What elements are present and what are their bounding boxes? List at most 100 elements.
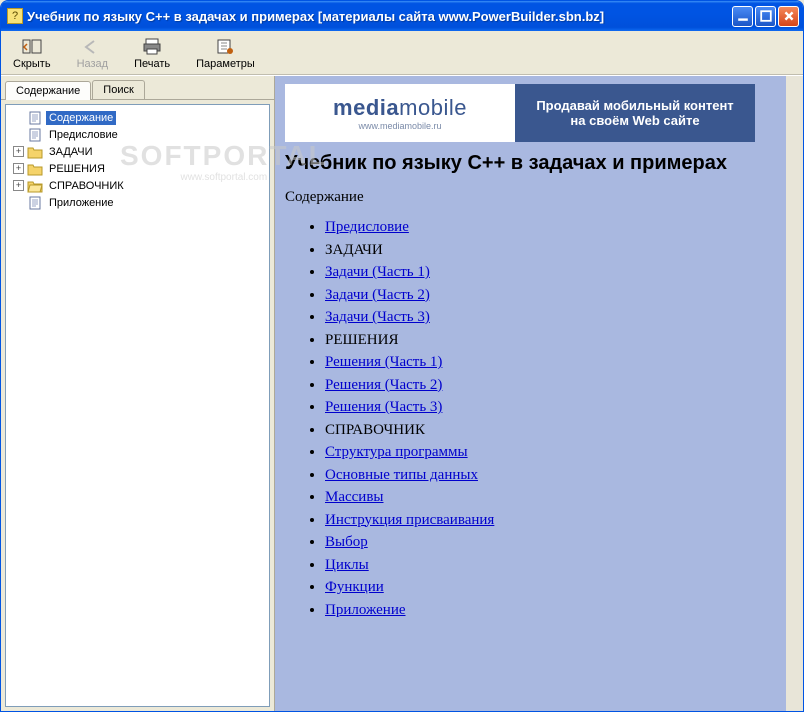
vertical-scrollbar[interactable] xyxy=(786,76,803,711)
toc-item: Задачи (Часть 2) xyxy=(325,284,793,307)
tree-item[interactable]: + ЗАДАЧИ xyxy=(8,143,267,160)
tab-search[interactable]: Поиск xyxy=(92,80,144,99)
sidebar-tabs: Содержание Поиск xyxy=(1,76,274,100)
back-label: Назад xyxy=(77,58,109,70)
minimize-icon xyxy=(737,10,749,22)
toc-link[interactable]: Решения (Часть 3) xyxy=(325,399,442,415)
toc-link[interactable]: Инструкция присваивания xyxy=(325,512,494,528)
toc-item: Инструкция присваивания xyxy=(325,509,793,532)
tree-item-label: Предисловие xyxy=(46,128,121,142)
tree-item-label: СПРАВОЧНИК xyxy=(46,179,127,193)
toc-item: Задачи (Часть 1) xyxy=(325,261,793,284)
toc-item: Функции xyxy=(325,576,793,599)
tree-item[interactable]: +Содержание xyxy=(8,109,267,126)
toc-item: Задачи (Часть 3) xyxy=(325,306,793,329)
toc-link[interactable]: Приложение xyxy=(325,602,406,618)
page-icon xyxy=(27,196,43,210)
ad-banner[interactable]: mediamobile www.mediamobile.ru Продавай … xyxy=(285,84,755,142)
close-icon xyxy=(783,10,795,22)
tab-contents[interactable]: Содержание xyxy=(5,81,91,100)
toc-link[interactable]: Массивы xyxy=(325,489,384,505)
tree-item-label: Содержание xyxy=(46,111,116,125)
banner-line2: на своём Web сайте xyxy=(570,113,699,128)
page-icon xyxy=(27,128,43,142)
folder-icon xyxy=(27,162,43,176)
toc-link[interactable]: Задачи (Часть 2) xyxy=(325,287,430,303)
tree-item-label: РЕШЕНИЯ xyxy=(46,162,108,176)
toc-item: СПРАВОЧНИК xyxy=(325,419,793,442)
app-icon: ? xyxy=(7,8,23,24)
titlebar-text: Учебник по языку C++ в задачах и примера… xyxy=(27,9,732,24)
maximize-button[interactable] xyxy=(755,6,776,27)
toolbar: Скрыть Назад Печать Параметры xyxy=(1,31,803,75)
banner-brand-light: mobile xyxy=(399,95,467,120)
tree-item[interactable]: + СПРАВОЧНИК xyxy=(8,177,267,194)
tree-item[interactable]: +Предисловие xyxy=(8,126,267,143)
folder-icon xyxy=(27,145,43,159)
toc-item: Циклы xyxy=(325,554,793,577)
banner-line1: Продавай мобильный контент xyxy=(536,98,733,113)
sidebar: Содержание Поиск +Содержание+Предисловие… xyxy=(1,76,275,711)
workarea: Содержание Поиск +Содержание+Предисловие… xyxy=(1,75,803,711)
toc-item: ЗАДАЧИ xyxy=(325,239,793,262)
banner-suburl: www.mediamobile.ru xyxy=(358,121,441,131)
toc-heading: СПРАВОЧНИК xyxy=(325,422,425,438)
options-icon xyxy=(214,37,236,57)
banner-brand-bold: media xyxy=(333,95,399,120)
toc-link[interactable]: Задачи (Часть 3) xyxy=(325,309,430,325)
minimize-button[interactable] xyxy=(732,6,753,27)
options-label: Параметры xyxy=(196,58,255,70)
section-heading: Содержание xyxy=(285,189,793,206)
toc-heading: ЗАДАЧИ xyxy=(325,242,383,258)
tree-item-label: ЗАДАЧИ xyxy=(46,145,96,159)
banner-brand: mediamobile www.mediamobile.ru xyxy=(285,84,515,142)
page-title: Учебник по языку C++ в задачах и примера… xyxy=(285,152,793,175)
toc-item: Выбор xyxy=(325,531,793,554)
toc-link[interactable]: Решения (Часть 1) xyxy=(325,354,442,370)
print-icon xyxy=(141,37,163,57)
toc-list: Предисловие ЗАДАЧИ Задачи (Часть 1) Задачи … xyxy=(285,216,793,621)
toc-link[interactable]: Выбор xyxy=(325,534,368,550)
expander-icon[interactable]: + xyxy=(13,180,24,191)
expander-icon[interactable]: + xyxy=(13,146,24,157)
tree-item-label: Приложение xyxy=(46,196,117,210)
hide-label: Скрыть xyxy=(13,58,51,70)
print-button[interactable]: Печать xyxy=(130,35,174,72)
content-pane[interactable]: mediamobile www.mediamobile.ru Продавай … xyxy=(275,76,803,711)
toc-link[interactable]: Решения (Часть 2) xyxy=(325,377,442,393)
toc-item: Предисловие xyxy=(325,216,793,239)
folder-open-icon xyxy=(27,179,43,193)
options-button[interactable]: Параметры xyxy=(192,35,259,72)
titlebar: ? Учебник по языку C++ в задачах и приме… xyxy=(1,1,803,31)
toc-link[interactable]: Структура программы xyxy=(325,444,468,460)
close-button[interactable] xyxy=(778,6,799,27)
toc-item: РЕШЕНИЯ xyxy=(325,329,793,352)
toc-item: Приложение xyxy=(325,599,793,622)
tree-item[interactable]: + РЕШЕНИЯ xyxy=(8,160,267,177)
contents-tree[interactable]: +Содержание+Предисловие+ЗАДАЧИ+РЕШЕНИЯ+С… xyxy=(5,104,270,707)
toc-item: Решения (Часть 3) xyxy=(325,396,793,419)
maximize-icon xyxy=(760,10,772,22)
banner-slogan: Продавай мобильный контент на своём Web … xyxy=(515,84,755,142)
toc-link[interactable]: Предисловие xyxy=(325,219,409,235)
page-icon xyxy=(27,111,43,125)
window-controls xyxy=(732,6,799,27)
toc-item: Решения (Часть 1) xyxy=(325,351,793,374)
back-icon xyxy=(81,37,103,57)
hide-button[interactable]: Скрыть xyxy=(9,35,55,72)
toc-item: Основные типы данных xyxy=(325,464,793,487)
chm-help-window: ? Учебник по языку C++ в задачах и приме… xyxy=(0,0,804,712)
toc-item: Решения (Часть 2) xyxy=(325,374,793,397)
toc-link[interactable]: Функции xyxy=(325,579,384,595)
toc-link[interactable]: Циклы xyxy=(325,557,369,573)
print-label: Печать xyxy=(134,58,170,70)
expander-icon[interactable]: + xyxy=(13,163,24,174)
tree-item[interactable]: +Приложение xyxy=(8,194,267,211)
toc-item: Структура программы xyxy=(325,441,793,464)
hide-icon xyxy=(21,37,43,57)
back-button[interactable]: Назад xyxy=(73,35,113,72)
toc-link[interactable]: Основные типы данных xyxy=(325,467,478,483)
toc-heading: РЕШЕНИЯ xyxy=(325,332,398,348)
toc-link[interactable]: Задачи (Часть 1) xyxy=(325,264,430,280)
toc-item: Массивы xyxy=(325,486,793,509)
